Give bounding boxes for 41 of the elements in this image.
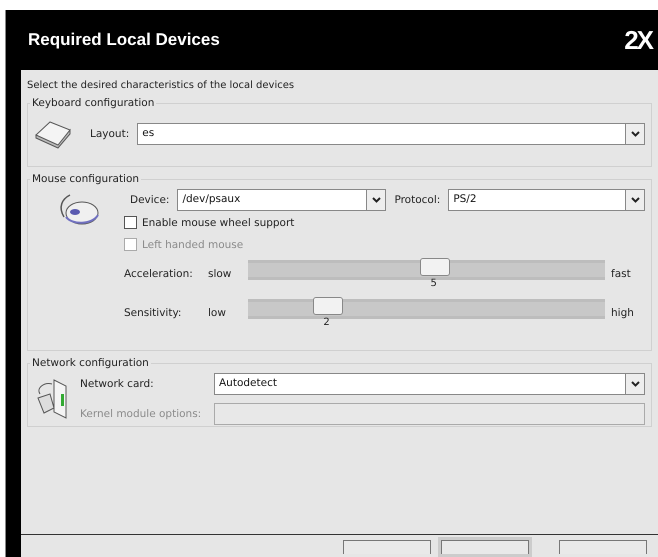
slider-max-label: fast [611,268,632,280]
logo: 2X [624,24,652,56]
checkbox[interactable] [124,216,137,229]
group-legend: Network configuration [30,357,151,369]
field-label: Network card: [80,378,155,390]
protocol-dropdown[interactable]: PS/2 [448,189,645,211]
slider-max-label: high [611,307,635,319]
slider-thumb[interactable] [420,258,450,276]
slider-thumb[interactable] [312,297,343,315]
dropdown-button[interactable] [625,374,644,394]
checkbox-label: Left handed mouse [142,238,244,250]
network-card-dropdown[interactable]: Autodetect [214,373,645,395]
chevron-down-icon [630,197,640,203]
slider-value: 2 [323,317,330,328]
dropdown-button[interactable] [625,124,644,144]
dialog-button[interactable] [559,540,647,554]
chevron-down-icon [630,381,640,387]
slider-label: Sensitivity: [124,307,182,319]
device-combobox[interactable]: /dev/psaux [177,189,386,211]
group-legend: Mouse configuration [30,173,142,185]
group-legend: Keyboard configuration [30,97,156,109]
chevron-down-icon [630,131,640,137]
dialog-button[interactable] [441,540,529,554]
field-label: Device: [130,194,170,206]
field-label: Protocol: [394,194,440,206]
mouse-icon [58,193,100,227]
dropdown-button[interactable] [366,190,386,210]
dialog-button[interactable] [343,540,431,554]
slider-min-label: slow [208,268,232,280]
layout-dropdown[interactable]: es [137,123,645,145]
slider-value: 5 [430,278,437,289]
chevron-down-icon [372,197,381,203]
field-label: Layout: [90,128,130,140]
slider-min-label: low [208,307,227,319]
slider-label: Acceleration: [124,268,194,280]
dropdown-button[interactable] [625,190,644,210]
dialog-title: Required Local Devices [28,30,220,50]
checkbox-label: Enable mouse wheel support [142,216,294,228]
field-label: Kernel module options: [80,408,202,420]
intro-text: Select the desired characteristics of the local devices [27,80,296,91]
keyboard-key-icon [34,119,72,149]
